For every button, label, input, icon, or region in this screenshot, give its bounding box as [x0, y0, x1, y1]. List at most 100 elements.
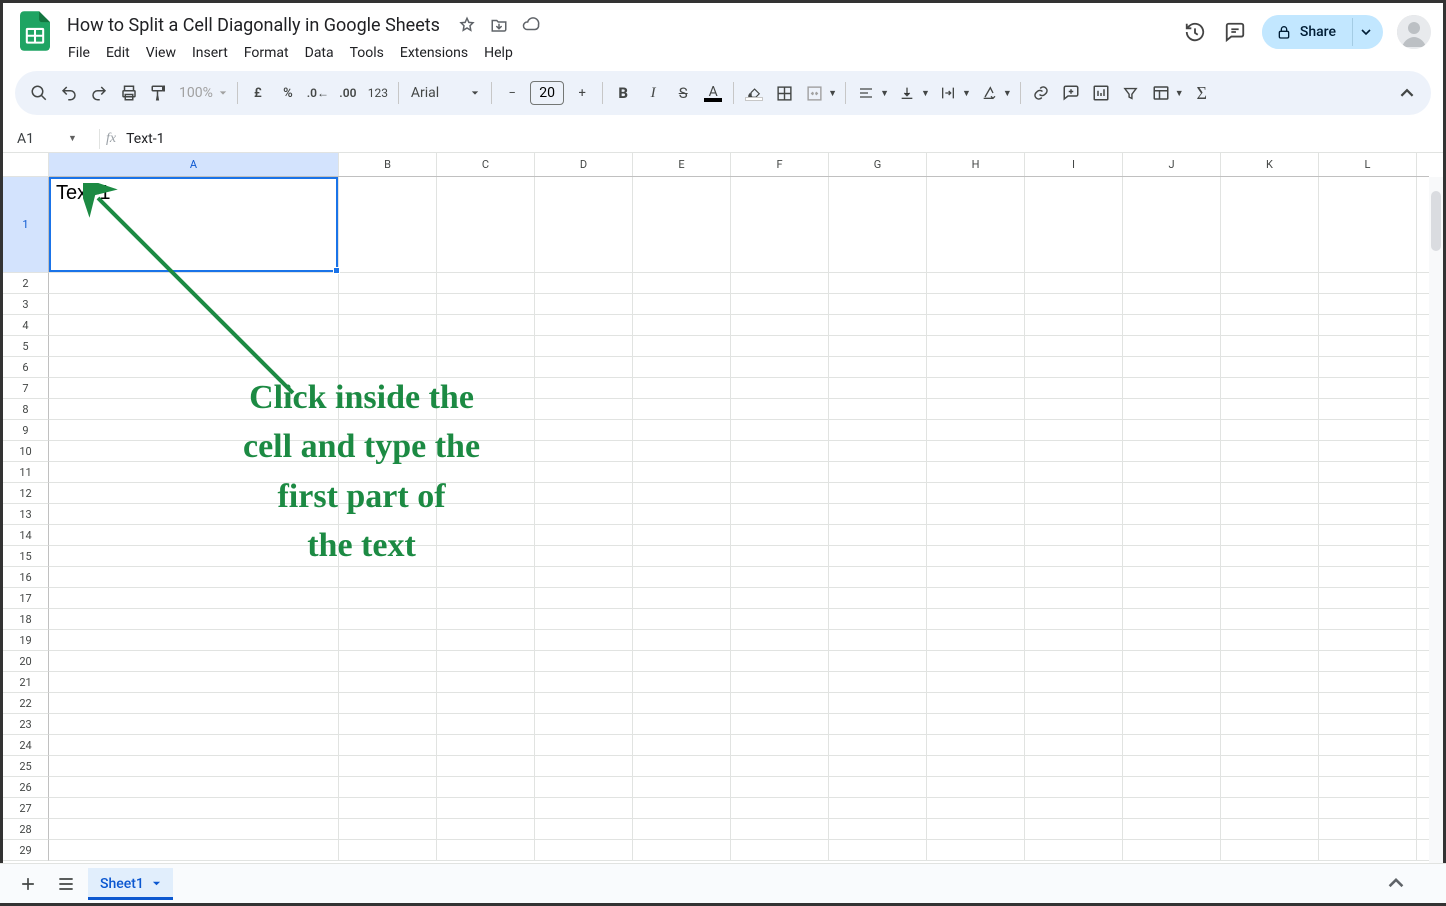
merge-dropdown[interactable]: ▼ — [828, 88, 839, 99]
cell[interactable] — [633, 567, 731, 587]
cell[interactable] — [927, 630, 1025, 650]
cell[interactable] — [1025, 630, 1123, 650]
cell[interactable] — [1025, 609, 1123, 629]
column-header[interactable]: B — [339, 153, 437, 176]
cell[interactable] — [535, 630, 633, 650]
cell[interactable] — [1319, 483, 1417, 503]
cell[interactable] — [1123, 840, 1221, 860]
cell[interactable] — [731, 672, 829, 692]
cell[interactable] — [1123, 315, 1221, 335]
cell[interactable] — [49, 630, 339, 650]
cell[interactable] — [339, 735, 437, 755]
cell[interactable] — [633, 399, 731, 419]
cell[interactable] — [437, 609, 535, 629]
cell[interactable] — [829, 735, 927, 755]
cell[interactable] — [731, 315, 829, 335]
cell[interactable] — [633, 840, 731, 860]
cell[interactable] — [927, 693, 1025, 713]
cell[interactable] — [1221, 672, 1319, 692]
cell[interactable] — [731, 441, 829, 461]
cell[interactable] — [829, 294, 927, 314]
cell[interactable] — [633, 273, 731, 293]
row-header[interactable]: 2 — [3, 273, 49, 294]
cell[interactable] — [731, 525, 829, 545]
row-header[interactable]: 1 — [3, 177, 49, 273]
cell[interactable] — [1123, 798, 1221, 818]
row-header[interactable]: 3 — [3, 294, 49, 315]
cell[interactable] — [1221, 399, 1319, 419]
cell[interactable] — [339, 693, 437, 713]
cell[interactable] — [927, 798, 1025, 818]
cell[interactable] — [437, 441, 535, 461]
cell[interactable] — [829, 777, 927, 797]
cell[interactable] — [829, 525, 927, 545]
cell[interactable] — [1221, 651, 1319, 671]
cell[interactable] — [535, 399, 633, 419]
cell[interactable] — [1025, 525, 1123, 545]
add-sheet-button[interactable] — [12, 868, 44, 900]
cell[interactable] — [731, 336, 829, 356]
cell[interactable] — [927, 294, 1025, 314]
cell[interactable] — [829, 504, 927, 524]
cell[interactable] — [731, 357, 829, 377]
cell[interactable] — [731, 378, 829, 398]
cell[interactable] — [535, 651, 633, 671]
cell[interactable] — [535, 777, 633, 797]
cell[interactable] — [1123, 441, 1221, 461]
cell[interactable] — [49, 567, 339, 587]
cell[interactable] — [731, 756, 829, 776]
cell[interactable] — [927, 672, 1025, 692]
cell[interactable] — [49, 609, 339, 629]
cell[interactable] — [49, 273, 339, 293]
history-icon[interactable] — [1182, 19, 1208, 45]
vertical-scrollbar[interactable] — [1429, 177, 1443, 883]
cell[interactable] — [633, 735, 731, 755]
cell[interactable] — [1319, 525, 1417, 545]
cell[interactable] — [927, 504, 1025, 524]
cell[interactable] — [927, 609, 1025, 629]
row-header[interactable]: 27 — [3, 798, 49, 819]
cell[interactable] — [1319, 336, 1417, 356]
cell[interactable] — [1025, 462, 1123, 482]
cell[interactable] — [339, 273, 437, 293]
cell[interactable] — [1319, 546, 1417, 566]
cell[interactable] — [1319, 672, 1417, 692]
cell[interactable] — [437, 756, 535, 776]
cell[interactable] — [535, 378, 633, 398]
all-sheets-button[interactable] — [50, 868, 82, 900]
cell[interactable] — [1221, 177, 1319, 272]
cell[interactable] — [535, 504, 633, 524]
row-header[interactable]: 22 — [3, 693, 49, 714]
cell[interactable] — [49, 441, 339, 461]
cell[interactable] — [731, 420, 829, 440]
cell[interactable] — [1221, 357, 1319, 377]
cell[interactable] — [1221, 819, 1319, 839]
cell[interactable] — [1319, 399, 1417, 419]
column-header[interactable]: I — [1025, 153, 1123, 176]
fill-handle[interactable] — [333, 267, 340, 274]
cell[interactable] — [1221, 420, 1319, 440]
cell[interactable] — [633, 177, 731, 272]
account-avatar[interactable] — [1397, 15, 1431, 49]
cell[interactable] — [633, 294, 731, 314]
cell[interactable] — [731, 714, 829, 734]
cell[interactable] — [927, 651, 1025, 671]
cell[interactable] — [49, 420, 339, 440]
cell[interactable] — [339, 420, 437, 440]
cell[interactable] — [49, 672, 339, 692]
cell[interactable] — [1319, 315, 1417, 335]
cell[interactable] — [1319, 798, 1417, 818]
zoom-select[interactable]: 100% — [175, 85, 231, 101]
cell[interactable] — [731, 462, 829, 482]
cell[interactable] — [829, 588, 927, 608]
cell[interactable] — [437, 525, 535, 545]
more-formats-button[interactable]: 123 — [364, 79, 392, 107]
cell[interactable] — [437, 546, 535, 566]
cell[interactable] — [829, 462, 927, 482]
cell[interactable] — [1025, 840, 1123, 860]
cell[interactable] — [1123, 567, 1221, 587]
cell[interactable] — [731, 399, 829, 419]
menu-format[interactable]: Format — [237, 41, 296, 65]
row-header[interactable]: 15 — [3, 546, 49, 567]
cell[interactable] — [1319, 735, 1417, 755]
